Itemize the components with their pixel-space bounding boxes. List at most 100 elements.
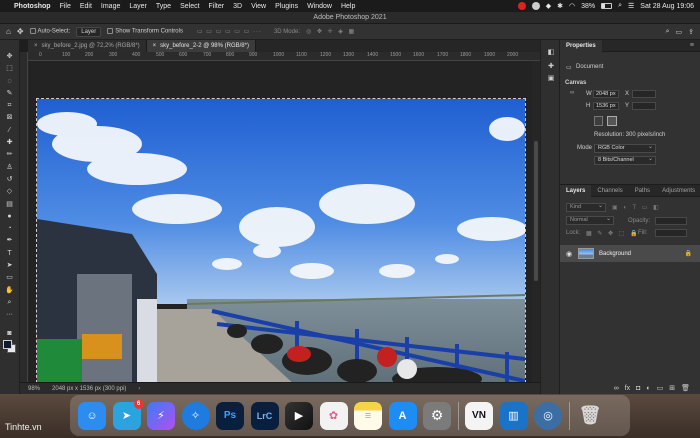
menu-image[interactable]: Image [101,3,120,10]
height-field[interactable]: 1536 px [593,102,619,110]
lock-icons[interactable]: ▦ ✎ ✥ ⬚ 🔒 [586,230,640,237]
dock-photoshop[interactable]: Ps [216,401,244,430]
eraser-tool-icon[interactable]: ◇ [5,187,15,196]
tab-sky-before-2-2[interactable]: × sky_before_2-2 @ 98% (RGB/8*) [146,40,256,52]
marquee-tool-icon[interactable]: ⬚ [5,64,15,73]
healing-tool-icon[interactable]: ✚ [5,138,15,147]
home-icon[interactable]: ⌂ [6,27,11,36]
tab-adjustments[interactable]: Adjustments [656,185,700,197]
fill-field[interactable] [655,229,687,237]
libraries-panel-icon[interactable]: ✚ [546,62,556,71]
adjustment-layer-icon[interactable]: ◐ [646,385,650,392]
menu-app-name[interactable]: Photoshop [14,3,51,10]
move-tool-icon[interactable]: ✥ [17,27,24,36]
transform-controls-checkbox[interactable]: Show Transform Controls [107,28,183,35]
menu-file[interactable]: File [60,3,71,10]
menu-plugins[interactable]: Plugins [275,3,298,10]
blur-tool-icon[interactable]: ● [5,212,15,221]
layer-filter-kind[interactable]: Kind [566,203,606,212]
blend-mode-dropdown[interactable]: Normal [566,216,614,225]
dock-quicktime[interactable]: ◎ [534,401,562,430]
more-tools-icon[interactable]: ··· [5,310,15,319]
foreground-color-swatch[interactable] [3,340,12,349]
add-mask-icon[interactable]: ◘ [636,385,640,392]
auto-select-dropdown[interactable]: Layer [76,26,102,37]
align-buttons[interactable]: ▭ ▭ ▭ ▭ ▭ ▭ ··· [197,28,262,35]
new-layer-icon[interactable]: ⊞ [669,384,675,392]
panel-menu-icon[interactable]: ≡ [690,42,694,49]
visibility-eye-icon[interactable]: ◉ [566,250,572,258]
history-brush-tool-icon[interactable]: ↺ [5,175,15,184]
menu-view[interactable]: View [251,3,266,10]
share-icon[interactable]: ⇪ [688,28,694,36]
quick-select-tool-icon[interactable]: ✎ [5,89,15,98]
document-image[interactable] [36,98,526,388]
tab-layers[interactable]: Layers [560,184,592,197]
layer-name[interactable]: Background [599,251,631,257]
bluetooth-icon[interactable]: ✱ [557,2,563,10]
tab-sky-before-2[interactable]: × sky_before_2.jpg @ 72,2% (RGB/8*) [28,40,147,52]
horizontal-ruler[interactable]: 0 100 200 300 400 500 600 700 800 900 10… [28,52,540,61]
search-icon[interactable]: ⌕ [618,2,622,10]
bit-depth-dropdown[interactable]: 8 Bits/Channel [594,156,656,165]
move-tool-icon[interactable]: ✥ [5,52,15,61]
pen-tool-icon[interactable]: ✒ [5,236,15,245]
zoom-level[interactable]: 98% [28,386,40,392]
tab-properties[interactable]: Properties [560,39,602,52]
dodge-tool-icon[interactable]: ◔ [5,224,15,233]
menu-help[interactable]: Help [341,3,355,10]
menu-select[interactable]: Select [180,3,199,10]
tab-close-icon[interactable]: × [34,43,38,49]
dock-app-store[interactable]: A [388,401,417,430]
lasso-tool-icon[interactable]: ◌ [5,77,15,86]
dock-telegram[interactable]: ➤ 6 [112,398,144,430]
tab-paths[interactable]: Paths [629,185,656,197]
dock-notes[interactable]: ≡ [354,401,382,430]
x-field[interactable] [632,90,656,98]
dock-vn[interactable]: VN [465,401,493,430]
section-canvas[interactable]: Canvas [565,80,586,86]
canvas-scrollbar[interactable] [532,61,540,382]
menu-layer[interactable]: Layer [129,3,147,10]
landscape-orientation-icon[interactable] [607,116,617,126]
search-icon[interactable]: ⌕ [666,28,670,36]
group-icon[interactable]: ▭ [657,384,664,392]
path-select-tool-icon[interactable]: ➤ [5,261,15,270]
vertical-ruler[interactable] [20,52,28,382]
dock-system-preferences[interactable]: ⚙ [423,401,451,430]
control-center-icon[interactable]: ☰ [628,2,634,10]
menu-type[interactable]: Type [156,3,171,10]
menubar-clock[interactable]: Sat 28 Aug 19:06 [640,3,694,10]
menu-3d[interactable]: 3D [233,3,242,10]
portrait-orientation-icon[interactable] [594,116,603,126]
history-panel-icon[interactable]: ◧ [546,48,556,57]
color-mode-dropdown[interactable]: RGB Color [594,144,656,153]
menu-edit[interactable]: Edit [80,3,92,10]
stamp-tool-icon[interactable]: ♙ [5,163,15,172]
rectangle-tool-icon[interactable]: ▭ [5,273,15,282]
dock-safari[interactable]: ✧ [181,401,210,430]
link-layers-icon[interactable]: ∞ [614,385,619,392]
dock-photos[interactable]: ✿ [319,401,348,430]
document-dimensions[interactable]: 2048 px x 1536 px (300 ppi) [52,386,126,392]
delete-layer-icon[interactable]: 🗑 [681,384,690,392]
eyedropper-tool-icon[interactable]: ⁄ [5,126,15,135]
status-arrow-icon[interactable]: › [138,386,140,392]
zoom-tool-icon[interactable]: ⌕ [5,298,15,307]
layer-row-background[interactable]: ◉ Background 🔒 [560,245,700,262]
menu-window[interactable]: Window [307,3,332,10]
mode-3d-buttons[interactable]: ◎ ✥ ✛ ◈ ▦ [306,28,356,35]
battery-icon[interactable] [601,3,613,9]
scrollbar-thumb[interactable] [534,141,538,281]
brush-tool-icon[interactable]: ✏ [5,150,15,159]
tab-close-icon[interactable]: × [153,43,157,49]
layer-filter-icons[interactable]: ▣ ◐ T ▭ ◧ [612,204,661,211]
dock-trello[interactable]: ▥ [499,401,528,430]
crop-tool-icon[interactable]: ⌗ [5,101,15,110]
width-field[interactable]: 2048 px [593,90,619,98]
menu-filter[interactable]: Filter [209,3,225,10]
canvas-link-icon[interactable]: ∞ [570,90,574,96]
tab-channels[interactable]: Channels [591,185,628,197]
adjust-panel-icon[interactable]: ▣ [546,74,556,83]
type-tool-icon[interactable]: T [5,249,15,258]
